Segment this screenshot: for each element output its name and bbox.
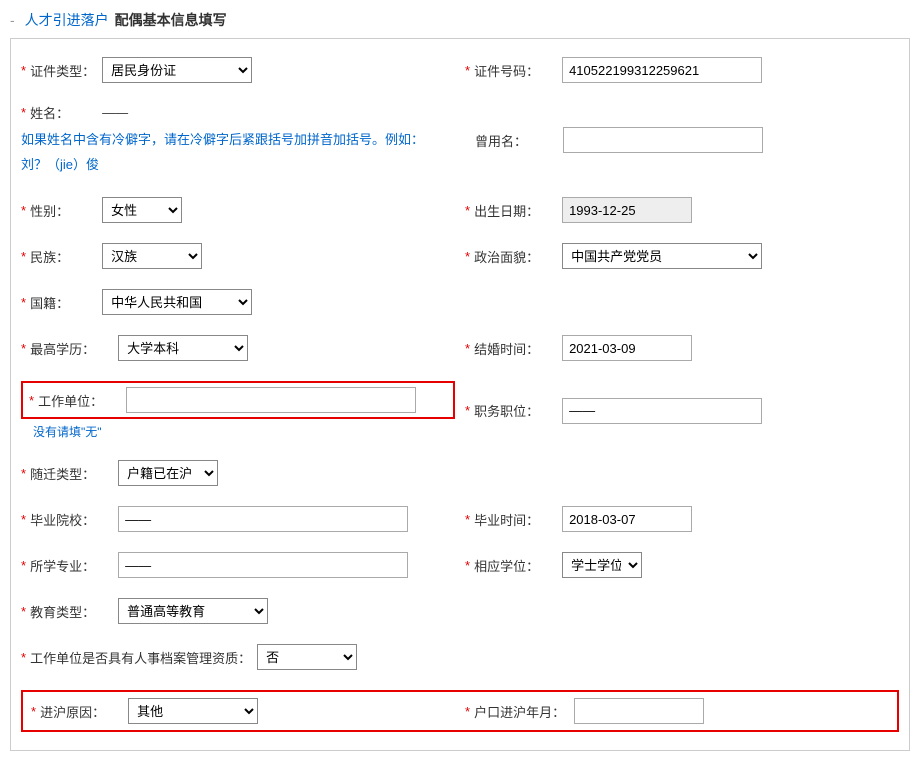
row-position: * 职务职位： — [465, 381, 899, 440]
required-star: * — [31, 704, 36, 719]
row-id-type: * 证件类型： 居民身份证 — [21, 57, 455, 83]
required-star: * — [21, 249, 26, 264]
select-nationality[interactable]: 中华人民共和国 — [102, 289, 252, 315]
select-edu-type[interactable]: 普通高等教育 — [118, 598, 268, 624]
required-star: * — [21, 650, 26, 665]
select-id-type[interactable]: 居民身份证 — [102, 57, 252, 83]
select-archive-qual[interactable]: 否 — [257, 644, 357, 670]
input-id-number[interactable] — [562, 57, 762, 83]
required-star: * — [29, 393, 34, 408]
input-work-unit[interactable] — [126, 387, 416, 413]
row-archive-qual: * 工作单位是否具有人事档案管理资质： 否 — [21, 644, 899, 670]
form-container: * 证件类型： 居民身份证 * 证件号码： * 姓名： —— 如果姓名中含有冷僻… — [10, 38, 910, 751]
label-work-unit: 工作单位： — [38, 391, 126, 410]
input-major[interactable] — [118, 552, 408, 578]
row-degree: * 相应学位： 学士学位 — [465, 552, 899, 578]
required-star: * — [21, 558, 26, 573]
input-position[interactable] — [562, 398, 762, 424]
select-enter-reason[interactable]: 其他 — [128, 698, 258, 724]
label-position: 职务职位： — [474, 401, 562, 420]
row-education: * 最高学历： 大学本科 — [21, 335, 455, 361]
label-archive-qual: 工作单位是否具有人事档案管理资质： — [30, 648, 251, 667]
highlight-work-unit: * 工作单位： — [21, 381, 455, 419]
required-star: * — [465, 512, 470, 527]
required-star: * — [465, 341, 470, 356]
spacer — [465, 598, 899, 624]
label-former-name: 曾用名： — [475, 131, 563, 150]
label-marry-time: 结婚时间： — [474, 339, 562, 358]
row-gender: * 性别： 女性 — [21, 197, 455, 223]
input-grad-school[interactable] — [118, 506, 408, 532]
spacer — [465, 289, 899, 315]
row-nationality: * 国籍： 中华人民共和国 — [21, 289, 455, 315]
required-star: * — [465, 558, 470, 573]
required-star: * — [21, 295, 26, 310]
label-enter-reason: 进沪原因： — [40, 702, 128, 721]
label-grad-time: 毕业时间： — [474, 510, 562, 529]
header-dash: - — [10, 12, 15, 28]
row-political: * 政治面貌： 中国共产党党员 — [465, 243, 899, 269]
input-former-name[interactable] — [563, 127, 763, 153]
required-star: * — [465, 403, 470, 418]
label-migrate-type: 随迁类型： — [30, 464, 118, 483]
input-enter-date[interactable] — [574, 698, 704, 724]
input-grad-time[interactable] — [562, 506, 692, 532]
row-enter-reason: * 进沪原因： 其他 — [31, 698, 455, 724]
label-enter-date: 户口进沪年月： — [474, 702, 574, 721]
select-gender[interactable]: 女性 — [102, 197, 182, 223]
label-id-number: 证件号码： — [474, 61, 562, 80]
row-marry-time: * 结婚时间： — [465, 335, 899, 361]
header-main: 人才引进落户 — [25, 10, 109, 30]
highlight-enter-shanghai: * 进沪原因： 其他 * 户口进沪年月： — [21, 690, 899, 732]
select-ethnicity[interactable]: 汉族 — [102, 243, 202, 269]
row-former-name: 曾用名： — [465, 103, 899, 177]
row-birth-date: * 出生日期： — [465, 197, 899, 223]
page-header: - 人才引进落户 配偶基本信息填写 — [10, 10, 913, 38]
label-id-type: 证件类型： — [30, 61, 102, 80]
input-marry-time[interactable] — [562, 335, 692, 361]
required-star: * — [465, 203, 470, 218]
required-star: * — [21, 203, 26, 218]
label-education: 最高学历： — [30, 339, 118, 358]
row-edu-type: * 教育类型： 普通高等教育 — [21, 598, 455, 624]
required-star: * — [21, 604, 26, 619]
required-star: * — [465, 249, 470, 264]
header-sub: 配偶基本信息填写 — [115, 10, 227, 30]
required-star: * — [21, 63, 26, 78]
required-star: * — [21, 512, 26, 527]
row-ethnicity: * 民族： 汉族 — [21, 243, 455, 269]
select-degree[interactable]: 学士学位 — [562, 552, 642, 578]
required-star: * — [21, 105, 26, 120]
required-star: * — [21, 466, 26, 481]
required-star: * — [465, 704, 470, 719]
value-name: —— — [102, 105, 128, 120]
label-edu-type: 教育类型： — [30, 602, 118, 621]
label-degree: 相应学位： — [474, 556, 562, 575]
row-grad-time: * 毕业时间： — [465, 506, 899, 532]
row-name-stack: * 姓名： —— 如果姓名中含有冷僻字，请在冷僻字后紧跟括号加拼音加括号。例如：… — [21, 103, 455, 177]
label-ethnicity: 民族： — [30, 247, 102, 266]
required-star: * — [465, 63, 470, 78]
required-star: * — [21, 341, 26, 356]
label-nationality: 国籍： — [30, 293, 102, 312]
select-political[interactable]: 中国共产党党员 — [562, 243, 762, 269]
label-political: 政治面貌： — [474, 247, 562, 266]
label-major: 所学专业： — [30, 556, 118, 575]
row-work-unit-stack: * 工作单位： 没有请填"无" — [21, 381, 455, 440]
row-migrate-type: * 随迁类型： 户籍已在沪 — [21, 460, 455, 486]
spacer — [465, 460, 899, 486]
row-major: * 所学专业： — [21, 552, 455, 578]
label-name: 姓名： — [30, 103, 102, 122]
label-gender: 性别： — [30, 201, 102, 220]
select-migrate-type[interactable]: 户籍已在沪 — [118, 460, 218, 486]
row-id-number: * 证件号码： — [465, 57, 899, 83]
hint-name: 如果姓名中含有冷僻字，请在冷僻字后紧跟括号加拼音加括号。例如：刘？（jie）俊 — [21, 128, 441, 177]
hint-work-unit: 没有请填"无" — [33, 423, 455, 440]
row-grad-school: * 毕业院校： — [21, 506, 455, 532]
input-birth-date[interactable] — [562, 197, 692, 223]
label-birth-date: 出生日期： — [474, 201, 562, 220]
select-education[interactable]: 大学本科 — [118, 335, 248, 361]
row-enter-date: * 户口进沪年月： — [465, 698, 889, 724]
label-grad-school: 毕业院校： — [30, 510, 118, 529]
